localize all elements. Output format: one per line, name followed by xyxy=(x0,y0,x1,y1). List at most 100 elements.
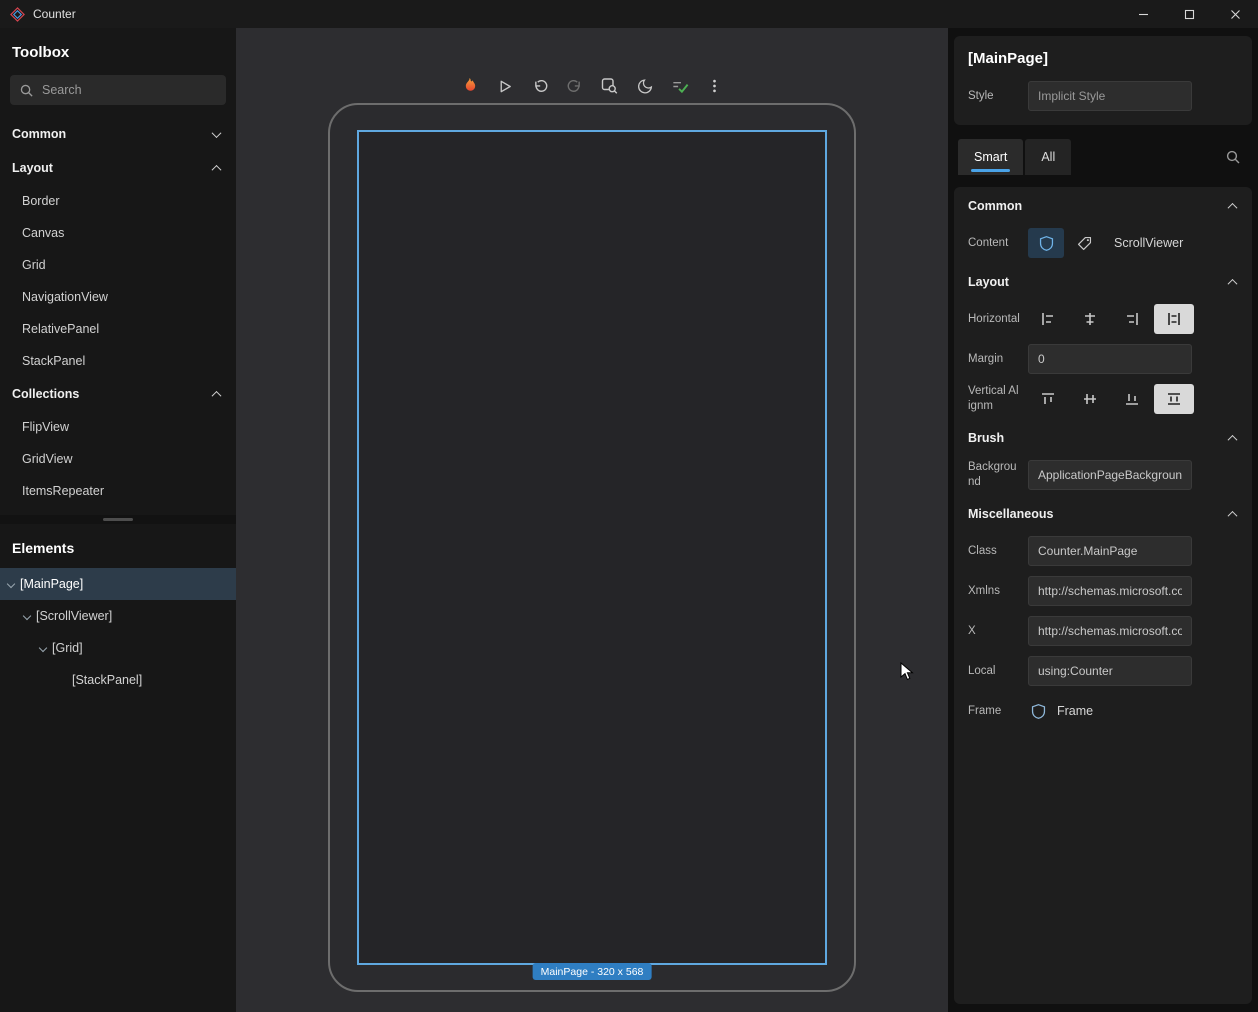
section-common[interactable]: Common xyxy=(954,187,1252,223)
class-input[interactable] xyxy=(1028,536,1192,566)
tree-item-scrollviewer[interactable]: [ScrollViewer] xyxy=(0,600,236,632)
local-label: Local xyxy=(968,664,1020,679)
search-icon xyxy=(19,83,34,98)
tree-item-mainpage[interactable]: [MainPage] xyxy=(0,568,236,600)
control-shield-icon xyxy=(1038,235,1055,252)
chevron-up-icon xyxy=(1228,434,1238,444)
horizontal-alignment-group xyxy=(1028,304,1194,334)
frame-value: Frame xyxy=(1057,704,1093,718)
valign-center-button[interactable] xyxy=(1070,384,1110,414)
toolbox-section-collections[interactable]: Collections xyxy=(0,377,236,411)
stretch-h-icon xyxy=(1166,311,1182,327)
section-label: Layout xyxy=(12,161,53,175)
minimize-button[interactable] xyxy=(1120,0,1166,28)
property-inspector: [MainPage] Style Smart All xyxy=(948,28,1258,1012)
panel-splitter[interactable] xyxy=(0,515,236,524)
valign-top-button[interactable] xyxy=(1028,384,1068,414)
tab-smart[interactable]: Smart xyxy=(958,139,1023,175)
device-frame: MainPage - 320 x 568 xyxy=(328,103,856,992)
close-button[interactable] xyxy=(1212,0,1258,28)
tree-item-grid[interactable]: [Grid] xyxy=(0,632,236,664)
valign-bottom-button[interactable] xyxy=(1112,384,1152,414)
style-row: Style xyxy=(968,81,1238,111)
toolbox-section-layout[interactable]: Layout xyxy=(0,151,236,185)
property-search-button[interactable] xyxy=(1218,142,1248,172)
x-input[interactable] xyxy=(1028,616,1192,646)
window-controls xyxy=(1120,0,1258,28)
content-row: Content xyxy=(954,223,1252,263)
style-input[interactable] xyxy=(1028,81,1192,111)
app-window: Counter Toolbox C xyxy=(0,0,1258,1012)
tab-all[interactable]: All xyxy=(1025,139,1071,175)
halign-right-button[interactable] xyxy=(1112,304,1152,334)
section-miscellaneous[interactable]: Miscellaneous xyxy=(954,495,1252,531)
xmlns-label: Xmlns xyxy=(968,584,1020,599)
align-bottom-icon xyxy=(1124,391,1140,407)
tree-item-label: [StackPanel] xyxy=(72,673,142,687)
align-center-h-icon xyxy=(1082,311,1098,327)
tree-item-stackpanel[interactable]: [StackPanel] xyxy=(0,664,236,696)
maximize-icon xyxy=(1184,9,1195,20)
local-input[interactable] xyxy=(1028,656,1192,686)
align-center-v-icon xyxy=(1082,391,1098,407)
align-top-icon xyxy=(1040,391,1056,407)
valign-stretch-button[interactable] xyxy=(1154,384,1194,414)
halign-center-button[interactable] xyxy=(1070,304,1110,334)
section-brush[interactable]: Brush xyxy=(954,419,1252,455)
x-row: X xyxy=(954,611,1252,651)
inspect-button[interactable] xyxy=(596,72,624,100)
app-logo-icon xyxy=(10,7,25,22)
toolbox-item-stackpanel[interactable]: StackPanel xyxy=(0,345,236,377)
background-label: Background xyxy=(968,460,1020,490)
toolbox-item-relativepanel[interactable]: RelativePanel xyxy=(0,313,236,345)
background-input[interactable] xyxy=(1028,460,1192,490)
moon-icon xyxy=(636,78,653,95)
play-icon xyxy=(496,78,513,95)
content-label: Content xyxy=(968,236,1020,251)
toolbox-item-grid[interactable]: Grid xyxy=(0,249,236,281)
toolbox-search-input[interactable] xyxy=(42,83,217,97)
caret-down-icon xyxy=(23,612,31,620)
more-button[interactable] xyxy=(701,72,729,100)
validation-button[interactable] xyxy=(666,72,694,100)
content-element-button[interactable] xyxy=(1028,228,1064,258)
halign-stretch-button[interactable] xyxy=(1154,304,1194,334)
chevron-up-icon xyxy=(1228,510,1238,520)
toolbox-section-common[interactable]: Common xyxy=(0,117,236,151)
frame-label: Frame xyxy=(968,704,1020,719)
redo-button[interactable] xyxy=(561,72,589,100)
class-label: Class xyxy=(968,544,1020,559)
xmlns-input[interactable] xyxy=(1028,576,1192,606)
chevron-down-icon xyxy=(212,128,222,138)
left-panel: Toolbox Common Layout Border Canvas Grid… xyxy=(0,28,236,1012)
content-binding-button[interactable] xyxy=(1066,228,1102,258)
section-layout[interactable]: Layout xyxy=(954,263,1252,299)
toolbox-item-flipview[interactable]: FlipView xyxy=(0,411,236,443)
design-surface[interactable] xyxy=(357,130,827,965)
hot-reload-button[interactable] xyxy=(456,72,484,100)
undo-button[interactable] xyxy=(526,72,554,100)
toolbox-item-itemsrepeater[interactable]: ItemsRepeater xyxy=(0,475,236,507)
play-button[interactable] xyxy=(491,72,519,100)
toolbox-item-border[interactable]: Border xyxy=(0,185,236,217)
toolbox-item-gridview[interactable]: GridView xyxy=(0,443,236,475)
main-area: Toolbox Common Layout Border Canvas Grid… xyxy=(0,28,1258,1012)
chevron-up-icon xyxy=(1228,278,1238,288)
chevron-up-icon xyxy=(212,164,222,174)
theme-toggle-button[interactable] xyxy=(631,72,659,100)
halign-left-button[interactable] xyxy=(1028,304,1068,334)
horizontal-alignment-row: Horizontal xyxy=(954,299,1252,339)
stretch-v-icon xyxy=(1166,391,1182,407)
selection-card: [MainPage] Style xyxy=(954,36,1252,125)
toolbox-search-box xyxy=(10,75,226,105)
maximize-button[interactable] xyxy=(1166,0,1212,28)
toolbox-item-navigationview[interactable]: NavigationView xyxy=(0,281,236,313)
class-row: Class xyxy=(954,531,1252,571)
toolbox-item-canvas[interactable]: Canvas xyxy=(0,217,236,249)
local-row: Local xyxy=(954,651,1252,691)
canvas-toolbar xyxy=(456,72,729,100)
margin-input[interactable] xyxy=(1028,344,1192,374)
tree-item-label: [MainPage] xyxy=(20,577,83,591)
close-icon xyxy=(1230,9,1241,20)
search-icon xyxy=(1225,149,1241,165)
